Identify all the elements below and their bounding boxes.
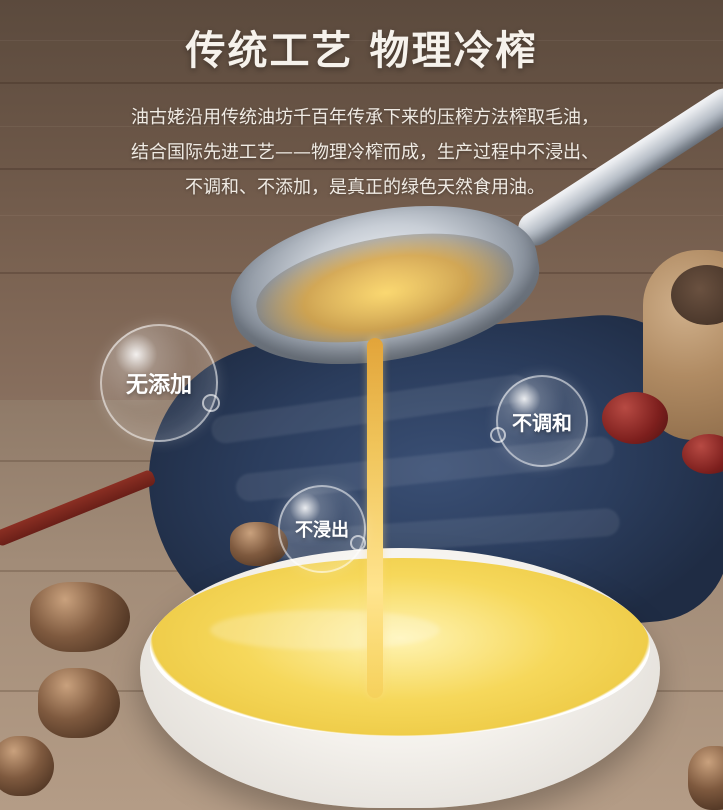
mini-bubble: [202, 394, 220, 412]
description-line: 油古姥沿用传统油坊千百年传承下来的压榨方法榨取毛油，: [131, 107, 599, 128]
wood-plank-line: [0, 82, 723, 84]
camellia-seed: [30, 582, 130, 652]
oil-stream: [367, 338, 383, 698]
badge-label: 不浸出: [295, 520, 349, 541]
red-date: [602, 392, 668, 444]
bowl-oil: [150, 558, 650, 736]
badge-no-blend: 不调和: [496, 375, 588, 467]
page-title: 传统工艺 物理冷榨: [185, 27, 538, 74]
product-feature-banner: 传统工艺 物理冷榨 油古姥沿用传统油坊千百年传承下来的压榨方法榨取毛油， 结合国…: [0, 0, 723, 810]
badge-label: 不调和: [512, 410, 572, 435]
camellia-seed: [688, 746, 723, 810]
badge-no-extraction: 不浸出: [278, 485, 366, 573]
description-line: 不调和、不添加，是真正的绿色天然食用油。: [185, 177, 545, 198]
mini-bubble: [350, 535, 366, 551]
badge-no-additive: 无添加: [100, 324, 218, 442]
badge-label: 无添加: [125, 373, 192, 398]
oil-shine: [210, 610, 440, 650]
description-line: 结合国际先进工艺——物理冷榨而成，生产过程中不浸出、: [131, 142, 599, 163]
mini-bubble: [490, 427, 506, 443]
description: 油古姥沿用传统油坊千百年传承下来的压榨方法榨取毛油， 结合国际先进工艺——物理冷…: [95, 100, 635, 205]
camellia-seed: [38, 668, 120, 738]
